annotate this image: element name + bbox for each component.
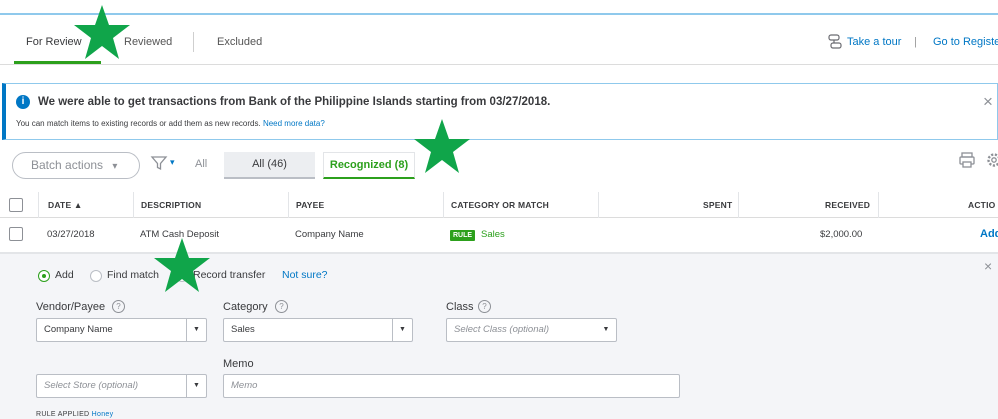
find-match-radio[interactable] [90, 270, 102, 282]
col-action: ACTIO [968, 200, 996, 210]
category-label: Category [223, 301, 268, 313]
rule-applied-note: RULE APPLIED Honey [36, 411, 113, 418]
memo-label: Memo [223, 358, 254, 370]
memo-placeholder: Memo [231, 380, 258, 391]
rule-applied-link[interactable]: Honey [92, 411, 114, 418]
banner-subtitle-text: You can match items to existing records … [16, 119, 261, 128]
chevron-down-icon: ▼ [392, 319, 412, 341]
category-select[interactable]: Sales ▼ [223, 318, 413, 342]
col-category[interactable]: CATEGORY OR MATCH [451, 200, 549, 210]
col-date[interactable]: DATE ▲ [48, 200, 82, 210]
select-all-checkbox[interactable] [9, 198, 23, 212]
class-placeholder: Select Class (optional) [454, 324, 550, 335]
column-divider [738, 192, 739, 218]
tab-recognized[interactable]: Recognized (8) [323, 152, 415, 179]
chevron-down-icon: ▼ [602, 326, 610, 333]
filter-icon[interactable] [150, 154, 168, 172]
category-value: Sales [231, 324, 255, 335]
chevron-down-icon: ▼ [186, 375, 206, 397]
batch-actions-label: Batch actions [31, 158, 104, 172]
need-more-data-link[interactable]: Need more data? [263, 119, 325, 128]
star-icon [414, 119, 470, 173]
memo-input[interactable]: Memo [223, 374, 680, 398]
top-links-separator: | [914, 36, 917, 48]
add-button[interactable]: Add [980, 228, 998, 240]
banner-subtitle: You can match items to existing records … [16, 119, 325, 128]
add-radio[interactable] [38, 270, 50, 282]
go-to-register-link[interactable]: Go to Registe [933, 36, 998, 48]
batch-actions-button[interactable]: Batch actions ▾ [12, 152, 140, 179]
tab-divider [193, 32, 194, 52]
store-placeholder: Select Store (optional) [44, 380, 138, 391]
filter-value: All [195, 158, 208, 170]
rule-applied-label: RULE APPLIED [36, 411, 90, 418]
column-divider [133, 192, 134, 218]
col-spent[interactable]: SPENT [703, 200, 732, 210]
tour-icon [828, 34, 842, 49]
column-divider [443, 192, 444, 218]
col-description[interactable]: DESCRIPTION [141, 200, 201, 210]
panel-close-icon[interactable]: × [984, 258, 992, 274]
row-category: Sales [481, 229, 505, 240]
info-icon: i [16, 95, 30, 109]
row-checkbox[interactable] [9, 227, 23, 241]
vendor-value: Company Name [44, 324, 113, 335]
banner-title: We were able to get transactions from Ba… [38, 96, 551, 108]
print-icon[interactable] [958, 151, 976, 169]
help-icon[interactable]: ? [478, 300, 491, 313]
class-label: Class [446, 301, 474, 313]
star-icon [74, 5, 130, 59]
column-divider [878, 192, 879, 218]
column-divider [288, 192, 289, 218]
not-sure-link[interactable]: Not sure? [282, 269, 328, 281]
banner-close-icon[interactable]: × [983, 93, 993, 110]
tab-excluded[interactable]: Excluded [217, 36, 262, 48]
column-divider [598, 192, 599, 218]
class-select[interactable]: Select Class (optional) ▼ [446, 318, 617, 342]
chevron-down-icon: ▼ [186, 319, 206, 341]
rule-badge: RULE [450, 230, 476, 241]
row-payee: Company Name [295, 229, 364, 240]
filter-chevron-icon[interactable]: ▾ [170, 157, 175, 168]
column-divider [38, 192, 39, 218]
add-radio-label[interactable]: Add [55, 269, 74, 281]
vendor-select[interactable]: Company Name ▼ [36, 318, 207, 342]
help-icon[interactable]: ? [275, 300, 288, 313]
take-a-tour-link[interactable]: Take a tour [847, 36, 901, 48]
chevron-down-icon: ▾ [112, 161, 118, 172]
help-icon[interactable]: ? [112, 300, 125, 313]
tab-all[interactable]: All (46) [224, 152, 315, 179]
col-payee[interactable]: PAYEE [296, 200, 324, 210]
row-received: $2,000.00 [820, 229, 863, 240]
row-date: 03/27/2018 [47, 229, 95, 240]
vendor-label: Vendor/Payee [36, 301, 106, 313]
gear-icon[interactable] [985, 151, 998, 169]
col-received[interactable]: RECEIVED [825, 200, 870, 210]
store-select[interactable]: Select Store (optional) ▼ [36, 374, 207, 398]
info-banner [2, 83, 998, 140]
star-icon [154, 238, 210, 292]
